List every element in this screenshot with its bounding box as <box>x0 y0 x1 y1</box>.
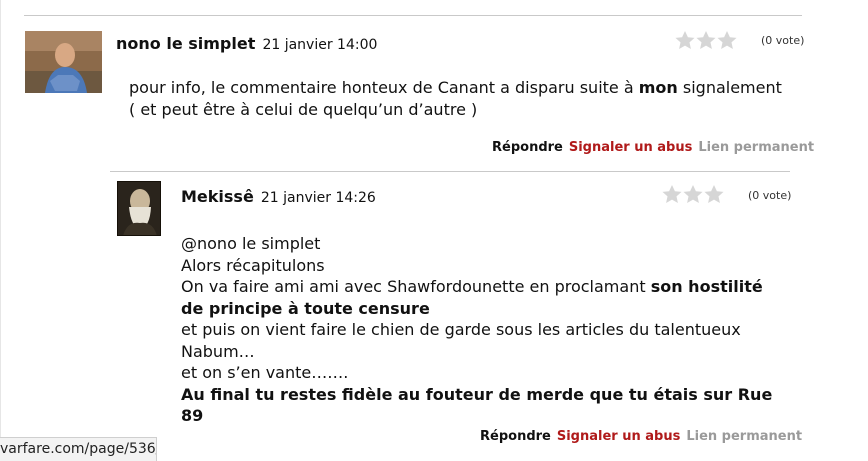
body-line: Alors récapitulons <box>181 255 325 275</box>
star-icon[interactable] <box>683 185 703 204</box>
body-bold: Au final tu restes fidèle au fouteur de … <box>181 384 773 426</box>
permalink-link[interactable]: Lien permanent <box>698 140 814 155</box>
avatar-mekisse[interactable] <box>117 181 161 236</box>
comment-date: 21 janvier 14:26 <box>260 190 376 206</box>
star-icon[interactable] <box>717 31 737 50</box>
star-icon[interactable] <box>662 185 682 204</box>
author-line: nono le simplet 21 janvier 14:00 <box>116 34 377 53</box>
comment-actions: Répondre Signaler un abus Lien permanent <box>480 429 808 444</box>
comment-actions: Répondre Signaler un abus Lien permanent <box>492 140 820 155</box>
body-bold: mon <box>638 78 678 97</box>
star-icon[interactable] <box>704 185 724 204</box>
rating-stars[interactable] <box>675 31 737 50</box>
avatar-nono[interactable] <box>25 31 102 93</box>
report-abuse-link[interactable]: Signaler un abus <box>569 140 692 155</box>
report-abuse-link[interactable]: Signaler un abus <box>557 429 680 444</box>
body-text: On va faire ami ami avec Shawfordounette… <box>181 277 651 296</box>
rating-stars[interactable] <box>662 185 724 204</box>
vote-count: (0 vote) <box>761 34 805 47</box>
author-line: Mekissê 21 janvier 14:26 <box>181 187 376 206</box>
body-line: @nono le simplet <box>181 234 321 253</box>
author-name[interactable]: Mekissê <box>181 187 254 206</box>
star-icon[interactable] <box>696 31 716 50</box>
comment-body: @nono le simplet Alors récapitulons On v… <box>181 233 781 427</box>
star-icon[interactable] <box>675 31 695 50</box>
vote-count: (0 vote) <box>748 189 792 202</box>
divider-top <box>24 15 802 16</box>
permalink-link[interactable]: Lien permanent <box>686 429 802 444</box>
body-line: et puis on vient faire le chien de garde… <box>181 320 741 361</box>
author-name[interactable]: nono le simplet <box>116 34 255 53</box>
page-left-border <box>0 0 1 460</box>
reply-link[interactable]: Répondre <box>492 140 563 155</box>
body-text: pour info, le commentaire honteux de Can… <box>129 78 639 97</box>
reply-link[interactable]: Répondre <box>480 429 551 444</box>
status-bar-url: varfare.com/page/536/ <box>0 437 157 461</box>
body-line: et on s’en vante……. <box>181 363 349 382</box>
divider-reply <box>110 171 790 172</box>
comment-body: pour info, le commentaire honteux de Can… <box>129 77 789 120</box>
comment-date: 21 janvier 14:00 <box>262 37 378 53</box>
